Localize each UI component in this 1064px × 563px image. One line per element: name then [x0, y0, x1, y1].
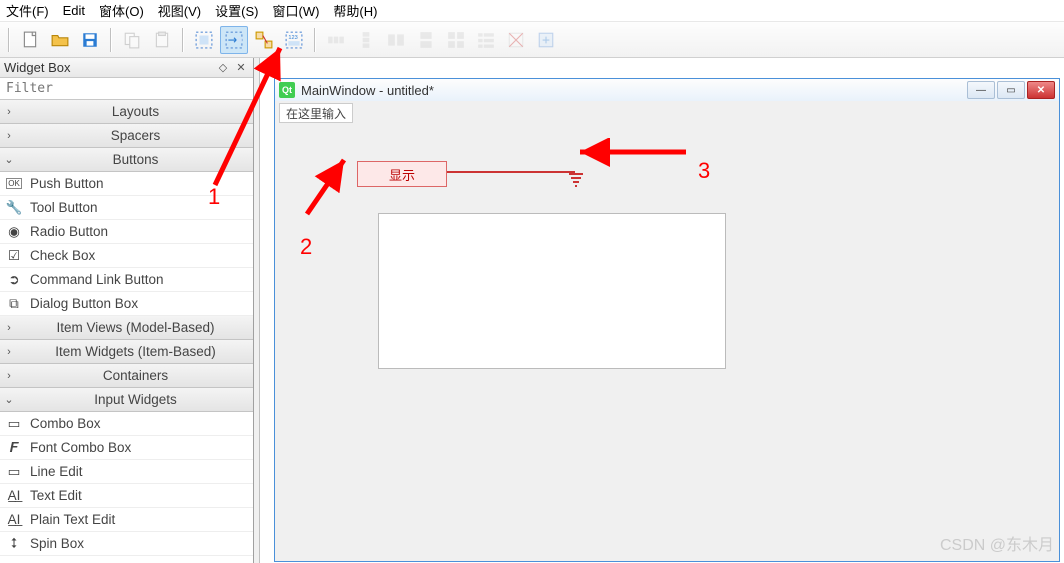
push-button-widget[interactable]: 显示 — [357, 161, 447, 187]
radio-icon: ◉ — [6, 224, 22, 240]
category-input-widgets[interactable]: ⌄Input Widgets — [0, 388, 253, 412]
combo-icon: ▭ — [6, 416, 22, 432]
menu-type-here[interactable]: 在这里输入 — [279, 103, 353, 123]
copy-button[interactable] — [118, 26, 146, 54]
OK-icon: OK — [6, 176, 22, 192]
vsplit-button[interactable] — [412, 26, 440, 54]
widget-item-tool-button[interactable]: 🔧Tool Button — [0, 196, 253, 220]
dlg-icon: ⧉ — [6, 296, 22, 312]
widget-item-push-button[interactable]: OKPush Button — [0, 172, 253, 196]
minimize-button[interactable]: — — [967, 81, 995, 99]
menu-settings[interactable]: 设置(S) — [215, 1, 258, 20]
widget-item-font-combo-box[interactable]: 𝑭Font Combo Box — [0, 436, 253, 460]
form-window-titlebar[interactable]: Qt MainWindow - untitled* — ▭ ✕ — [275, 79, 1059, 101]
menu-help[interactable]: 帮助(H) — [333, 1, 377, 20]
category-layouts[interactable]: ›Layouts — [0, 100, 253, 124]
svg-text:123: 123 — [288, 34, 297, 40]
designer-canvas: Qt MainWindow - untitled* — ▭ ✕ 在这里输入 显示 — [254, 58, 1064, 563]
widget-box-panel: Widget Box ◇ ✕ ›Layouts›Spacers⌄ButtonsO… — [0, 58, 254, 563]
qt-icon: Qt — [279, 82, 295, 98]
widget-item-dialog-button-box[interactable]: ⧉Dialog Button Box — [0, 292, 253, 316]
vlayout-button[interactable] — [352, 26, 380, 54]
widget-item-command-link-button[interactable]: ➲Command Link Button — [0, 268, 253, 292]
form-area[interactable]: 在这里输入 显示 — [275, 101, 1059, 561]
panel-float-button[interactable]: ◇ — [215, 60, 231, 76]
tab-order-mode-button[interactable]: 123 — [280, 26, 308, 54]
break-layout-button[interactable] — [502, 26, 530, 54]
spin-icon: ⭥ — [6, 536, 22, 552]
cmd-icon: ➲ — [6, 272, 22, 288]
category-item-views-model-based-[interactable]: ›Item Views (Model-Based) — [0, 316, 253, 340]
hlayout-button[interactable] — [322, 26, 350, 54]
watermark: CSDN @东木月 — [940, 531, 1054, 555]
splitter-handle[interactable] — [254, 58, 260, 563]
category-item-widgets-item-based-[interactable]: ›Item Widgets (Item-Based) — [0, 340, 253, 364]
menu-file[interactable]: 文件(F) — [6, 1, 49, 20]
signal-slot-mode-button[interactable] — [220, 26, 248, 54]
save-file-button[interactable] — [76, 26, 104, 54]
signal-ground-icon — [569, 171, 583, 189]
widget-item-spin-box[interactable]: ⭥Spin Box — [0, 532, 253, 556]
adjust-size-button[interactable] — [532, 26, 560, 54]
category-buttons[interactable]: ⌄Buttons — [0, 148, 253, 172]
menubar: 文件(F) Edit 窗体(O) 视图(V) 设置(S) 窗口(W) 帮助(H) — [0, 0, 1064, 22]
menu-window-o[interactable]: 窗体(O) — [99, 1, 144, 20]
check-icon: ☑ — [6, 248, 22, 264]
widget-item-line-edit[interactable]: ▭Line Edit — [0, 460, 253, 484]
grid-layout-button[interactable] — [442, 26, 470, 54]
form-window-title: MainWindow - untitled* — [301, 83, 434, 98]
menu-view[interactable]: 视图(V) — [158, 1, 201, 20]
category-containers[interactable]: ›Containers — [0, 364, 253, 388]
text-icon: A̲I̲ — [6, 488, 22, 504]
widget-box-title-label: Widget Box — [4, 60, 70, 75]
ptext-icon: A̲I̲ — [6, 512, 22, 528]
new-file-button[interactable] — [16, 26, 44, 54]
widget-item-check-box[interactable]: ☑Check Box — [0, 244, 253, 268]
text-edit-widget[interactable] — [378, 213, 726, 369]
panel-close-button[interactable]: ✕ — [233, 60, 249, 76]
select-mode-button[interactable] — [190, 26, 218, 54]
menu-edit[interactable]: Edit — [63, 3, 85, 18]
category-spacers[interactable]: ›Spacers — [0, 124, 253, 148]
hsplit-button[interactable] — [382, 26, 410, 54]
form-layout-button[interactable] — [472, 26, 500, 54]
widget-item-combo-box[interactable]: ▭Combo Box — [0, 412, 253, 436]
fcombo-icon: 𝑭 — [6, 440, 22, 456]
close-button[interactable]: ✕ — [1027, 81, 1055, 99]
form-window: Qt MainWindow - untitled* — ▭ ✕ 在这里输入 显示 — [274, 78, 1060, 562]
wrench-icon: 🔧 — [6, 200, 22, 216]
open-file-button[interactable] — [46, 26, 74, 54]
buddy-mode-button[interactable] — [250, 26, 278, 54]
widget-item-plain-text-edit[interactable]: A̲I̲Plain Text Edit — [0, 508, 253, 532]
widget-box-title: Widget Box ◇ ✕ — [0, 58, 253, 78]
filter-input[interactable] — [0, 78, 253, 100]
signal-connection-line — [447, 171, 575, 173]
menu-window-w[interactable]: 窗口(W) — [272, 1, 319, 20]
widget-item-text-edit[interactable]: A̲I̲Text Edit — [0, 484, 253, 508]
paste-button[interactable] — [148, 26, 176, 54]
toolbar: 123 — [0, 22, 1064, 58]
widget-item-radio-button[interactable]: ◉Radio Button — [0, 220, 253, 244]
line-icon: ▭ — [6, 464, 22, 480]
maximize-button[interactable]: ▭ — [997, 81, 1025, 99]
